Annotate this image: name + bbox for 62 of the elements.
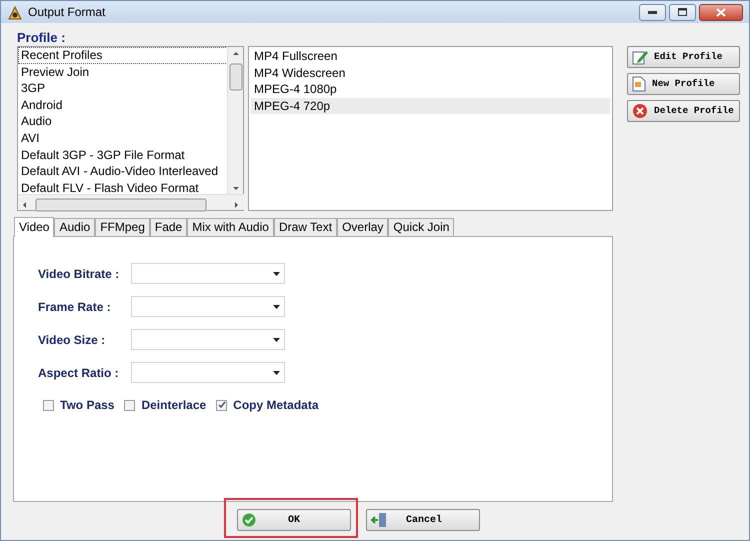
profile-group-list[interactable]: Recent Profiles Preview Join 3GP Android Audio AVI Default 3GP - 3GP File Format Default AVI - Audio-Video Interleaved Default FLV - Flash Video Format	[17, 46, 244, 211]
profile-button[interactable]: Edit Profile	[627, 46, 740, 68]
dropdown-caret-icon	[273, 304, 280, 308]
field-label: Aspect Ratio :	[38, 364, 120, 382]
maximize-button[interactable]	[669, 4, 696, 20]
dropdown-field[interactable]	[131, 296, 285, 317]
maximize-icon	[678, 8, 687, 16]
tab[interactable]: Audio	[54, 218, 96, 236]
list-item[interactable]: MP4 Fullscreen	[251, 48, 610, 65]
dropdown-field[interactable]	[131, 329, 285, 350]
list-item[interactable]: Preview Join	[18, 64, 228, 80]
list-item[interactable]: Default FLV - Flash Video Format	[18, 180, 228, 196]
exit-icon	[371, 512, 387, 528]
checkbox-label: Two Pass	[60, 397, 114, 414]
checkbox-label: Copy Metadata	[233, 397, 319, 414]
list-item[interactable]: Default 3GP - 3GP File Format	[18, 146, 228, 164]
list-item[interactable]: MPEG-4 1080p	[251, 81, 610, 98]
tab[interactable]: Quick Join	[388, 218, 454, 236]
list-item[interactable]: Audio	[18, 113, 228, 130]
list-item[interactable]: MP4 Widescreen	[251, 64, 610, 82]
list-item[interactable]: Recent Profiles	[18, 47, 228, 64]
dropdown-caret-icon	[273, 338, 280, 342]
ok-button[interactable]: OK	[237, 509, 351, 531]
dropdown-caret-icon	[273, 272, 280, 276]
tab[interactable]: Draw Text	[274, 218, 338, 236]
minimize-icon	[648, 10, 657, 14]
list-item[interactable]: Default AVI - Audio-Video Interleaved	[18, 163, 228, 180]
check-icon	[242, 513, 256, 527]
edit-icon	[632, 49, 648, 65]
close-icon	[716, 8, 726, 16]
dropdown-field[interactable]	[131, 263, 285, 284]
field-label: Video Bitrate :	[38, 266, 120, 282]
checkbox-label: Deinterlace	[141, 397, 206, 414]
profile-label: Profile :	[17, 29, 66, 46]
list-item[interactable]: AVI	[18, 130, 228, 147]
checkbox[interactable]	[43, 400, 54, 410]
tab[interactable]: Fade	[150, 218, 188, 236]
profile-button[interactable]: Delete Profile	[627, 100, 740, 122]
tab[interactable]: FFMpeg	[95, 218, 150, 236]
close-button[interactable]	[699, 4, 743, 20]
cancel-button[interactable]: Cancel	[366, 509, 480, 531]
vertical-scrollbar[interactable]	[227, 47, 243, 195]
dropdown-field[interactable]	[131, 362, 285, 383]
tab[interactable]: Overlay	[337, 218, 388, 236]
list-item[interactable]: MPEG-4 720p	[251, 98, 610, 114]
list-item[interactable]: Android	[18, 96, 228, 114]
window-title: Output Format	[28, 4, 106, 21]
dropdown-caret-icon	[273, 370, 280, 374]
tab[interactable]: Mix with Audio	[187, 218, 274, 236]
horizontal-scrollbar[interactable]	[18, 194, 244, 210]
minimize-button[interactable]	[639, 4, 666, 20]
field-label: Video Size :	[38, 332, 106, 348]
profile-button[interactable]: New Profile	[627, 73, 740, 95]
tab[interactable]: Video	[14, 217, 54, 237]
document-icon	[632, 76, 646, 92]
checkbox[interactable]	[216, 400, 228, 410]
checkbox[interactable]	[124, 400, 136, 410]
delete-icon	[632, 103, 648, 119]
app-icon	[7, 4, 23, 21]
field-label: Frame Rate :	[38, 298, 112, 316]
list-item[interactable]: 3GP	[18, 80, 228, 97]
profile-list[interactable]: MP4 Fullscreen MP4 Widescreen MPEG-4 1080p MPEG-4 720p	[248, 46, 613, 211]
